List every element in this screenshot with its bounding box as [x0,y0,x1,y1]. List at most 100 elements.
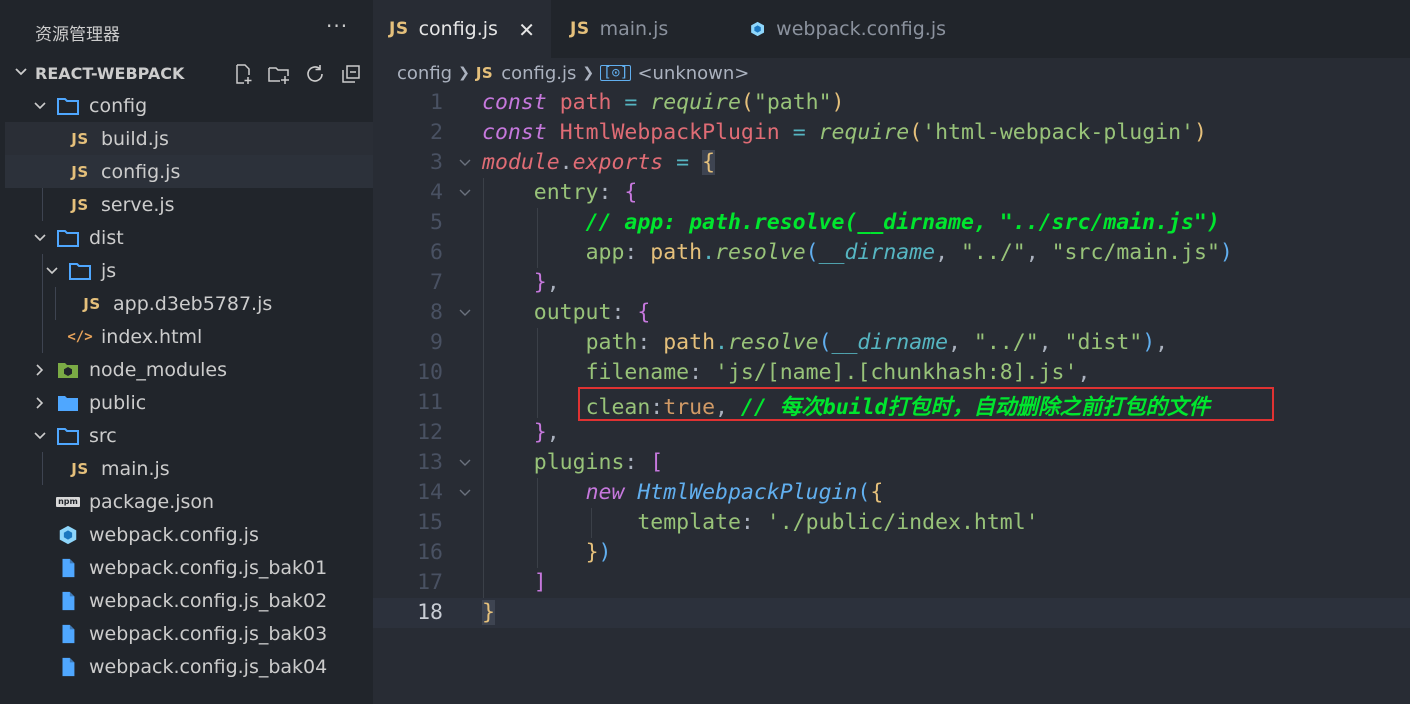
tree-file-build-js[interactable]: JS build.js [5,122,373,155]
line-number: 10 [417,360,443,385]
chevron-right-icon [36,363,44,376]
code-line: 5 // app: path.resolve(__dirname, "../sr… [373,208,1410,238]
code-text: output: { [533,300,651,325]
chevron-down-icon [34,101,46,109]
tree-file-main-js[interactable]: JS main.js [5,452,373,485]
fold-chevron-icon[interactable] [457,485,473,501]
tree-item-label: webpack.config.js_bak01 [89,556,328,579]
chevron-down-icon [46,266,58,274]
line-number: 13 [417,450,443,475]
breadcrumb-symbol[interactable]: <unknown> [637,63,749,84]
code-text: template: './public/index.html' [637,510,1039,535]
tree-file-bak03[interactable]: webpack.config.js_bak03 [5,617,373,650]
chevron-right-icon: ❯ [582,65,595,81]
tree-item-label: webpack.config.js_bak03 [89,622,328,645]
folder-open-icon [69,262,91,280]
tree-file-index-html[interactable]: </> index.html [5,320,373,353]
chevron-down-icon [34,233,46,241]
line-number: 17 [417,570,443,595]
tree-item-label: app.d3eb5787.js [113,292,273,315]
tree-file-bak02[interactable]: webpack.config.js_bak02 [5,584,373,617]
collapse-all-icon[interactable] [339,62,363,86]
code-line: 7 }, [373,268,1410,298]
new-file-icon[interactable] [231,62,255,86]
tab-config-js[interactable]: JS config.js ✕ [373,0,551,58]
code-line: 17 ] [373,568,1410,598]
line-number: 2 [430,120,443,145]
line-number: 9 [430,330,443,355]
fold-chevron-icon[interactable] [457,455,473,471]
explorer-sidebar: 资源管理器 ··· REACT-WEBPACK config JS build.… [0,0,373,704]
js-file-icon: JS [71,459,89,478]
code-text: path: path.resolve(__dirname, "../", "di… [585,330,1169,355]
tree-item-label: main.js [101,457,170,480]
line-number: 18 [417,600,443,625]
fold-chevron-icon[interactable] [457,185,473,201]
code-line: 13 plugins: [ [373,448,1410,478]
code-text: ] [533,570,547,595]
node-folder-icon [58,362,78,378]
code-line: 14 new HtmlWebpackPlugin({ [373,478,1410,508]
js-file-icon: JS [71,162,89,181]
refresh-icon[interactable] [303,62,327,86]
chevron-down-icon [34,431,46,439]
code-line: 16 }) [373,538,1410,568]
symbol-icon: [⊙] [600,65,632,81]
chevron-down-icon [15,68,27,76]
tree-folder-node-modules[interactable]: node_modules [5,353,373,386]
folder-open-icon [57,97,79,115]
tree-file-webpack-config[interactable]: webpack.config.js [5,518,373,551]
tree-item-label: config [89,94,148,117]
webpack-icon [751,21,765,37]
tree-file-bak01[interactable]: webpack.config.js_bak01 [5,551,373,584]
tree-file-bak04[interactable]: webpack.config.js_bak04 [5,650,373,683]
folder-open-icon [57,229,79,247]
tab-webpack-config-js[interactable]: webpack.config.js [731,0,946,58]
tree-folder-src[interactable]: src [5,419,373,452]
code-line: 3 module.exports = { [373,148,1410,178]
tree-item-label: serve.js [101,193,175,216]
tree-item-label: config.js [101,160,181,183]
project-header[interactable]: REACT-WEBPACK [0,58,373,88]
tree-item-label: js [101,259,117,282]
tree-file-config-js[interactable]: JS config.js [5,155,373,188]
tree-folder-config[interactable]: config [5,89,373,122]
tab-main-js[interactable]: JS main.js [552,0,730,58]
line-number: 4 [430,180,443,205]
tree-item-label: webpack.config.js [89,523,259,546]
breadcrumb-file[interactable]: config.js [501,63,576,84]
code-line: 6 app: path.resolve(__dirname, "../", "s… [373,238,1410,268]
explorer-title: 资源管理器 [35,25,120,45]
new-folder-icon[interactable] [267,62,291,86]
tree-folder-dist[interactable]: dist [5,221,373,254]
tree-folder-js[interactable]: js [5,254,373,287]
code-text: app: path.resolve(__dirname, "../", "src… [585,240,1233,265]
npm-icon: npm [56,496,80,507]
tree-item-label: public [89,391,147,414]
fold-chevron-icon[interactable] [457,305,473,321]
file-icon [62,657,75,676]
file-icon [62,624,75,643]
tree-file-package-json[interactable]: npm package.json [5,485,373,518]
code-text: // app: path.resolve(__dirname, "../src/… [585,210,1220,235]
line-number: 16 [417,540,443,565]
file-icon [62,558,75,577]
line-number: 7 [430,270,443,295]
tree-folder-public[interactable]: public [5,386,373,419]
tab-label: config.js [418,18,498,40]
tree-item-label: index.html [101,325,203,348]
breadcrumb-folder[interactable]: config [397,63,452,84]
code-text: entry: { [533,180,638,205]
tree-file-serve-js[interactable]: JS serve.js [5,188,373,221]
close-icon[interactable]: ✕ [518,18,535,42]
js-file-icon: JS [389,19,409,39]
more-actions-icon[interactable]: ··· [326,14,348,38]
tree-file-app-js[interactable]: JS app.d3eb5787.js [5,287,373,320]
code-line: 1 const path = require("path") [373,88,1410,118]
fold-chevron-icon[interactable] [457,155,473,171]
tab-label: main.js [599,18,669,40]
line-number: 5 [430,210,443,235]
code-line: 9 path: path.resolve(__dirname, "../", "… [373,328,1410,358]
breadcrumb: config ❯ JS config.js ❯ [⊙] <unknown> [373,58,1410,88]
line-number: 1 [430,90,443,115]
